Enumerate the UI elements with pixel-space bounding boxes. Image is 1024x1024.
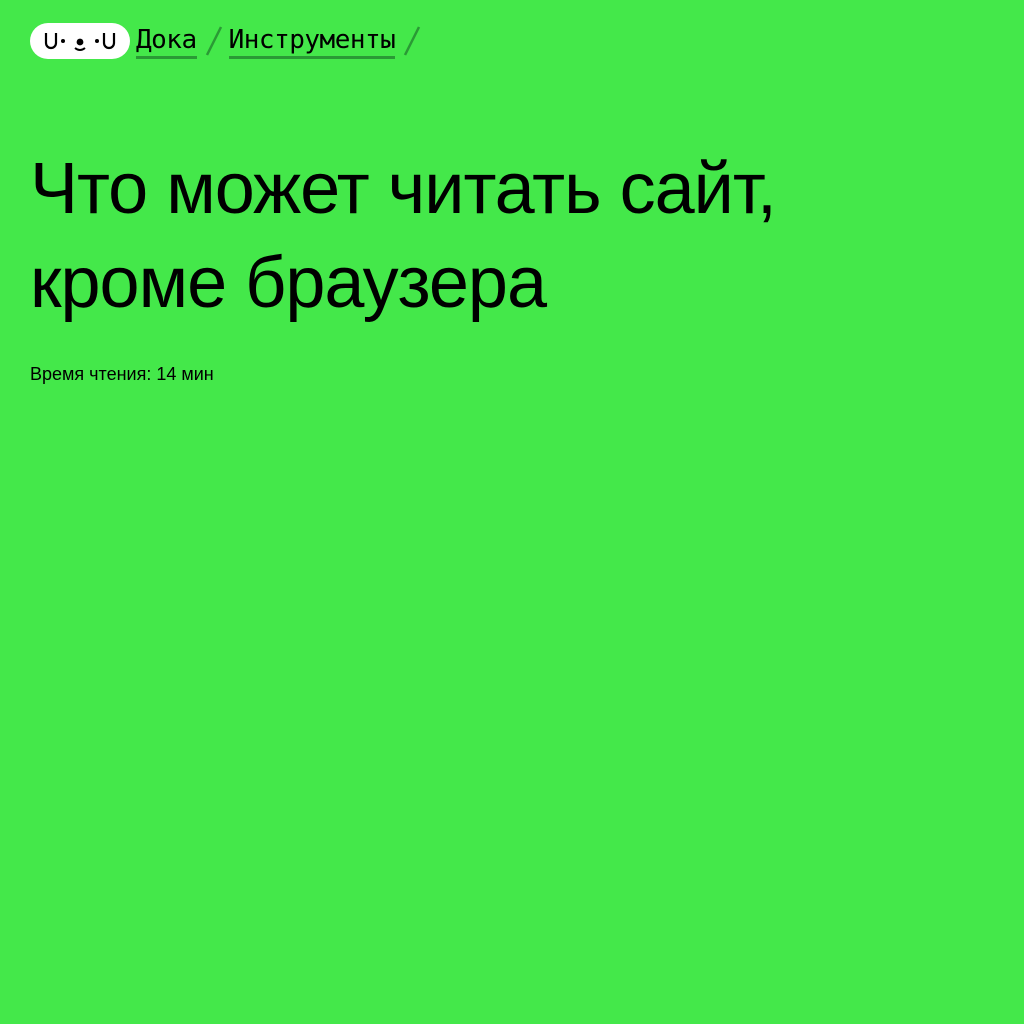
- article-title: Что может читать сайт, кроме браузера: [30, 149, 777, 323]
- breadcrumb-instruments[interactable]: Инструменты: [228, 24, 396, 59]
- home-logo-link[interactable]: [30, 23, 130, 59]
- reading-time: Время чтения: 14 мин: [30, 364, 214, 384]
- site-header: Дока Инструменты: [30, 22, 427, 60]
- slash-separator-icon: [205, 24, 223, 58]
- breadcrumb-doka[interactable]: Дока: [136, 24, 197, 59]
- slash-separator-icon: [403, 24, 421, 58]
- doka-face-logo-icon: [44, 33, 116, 51]
